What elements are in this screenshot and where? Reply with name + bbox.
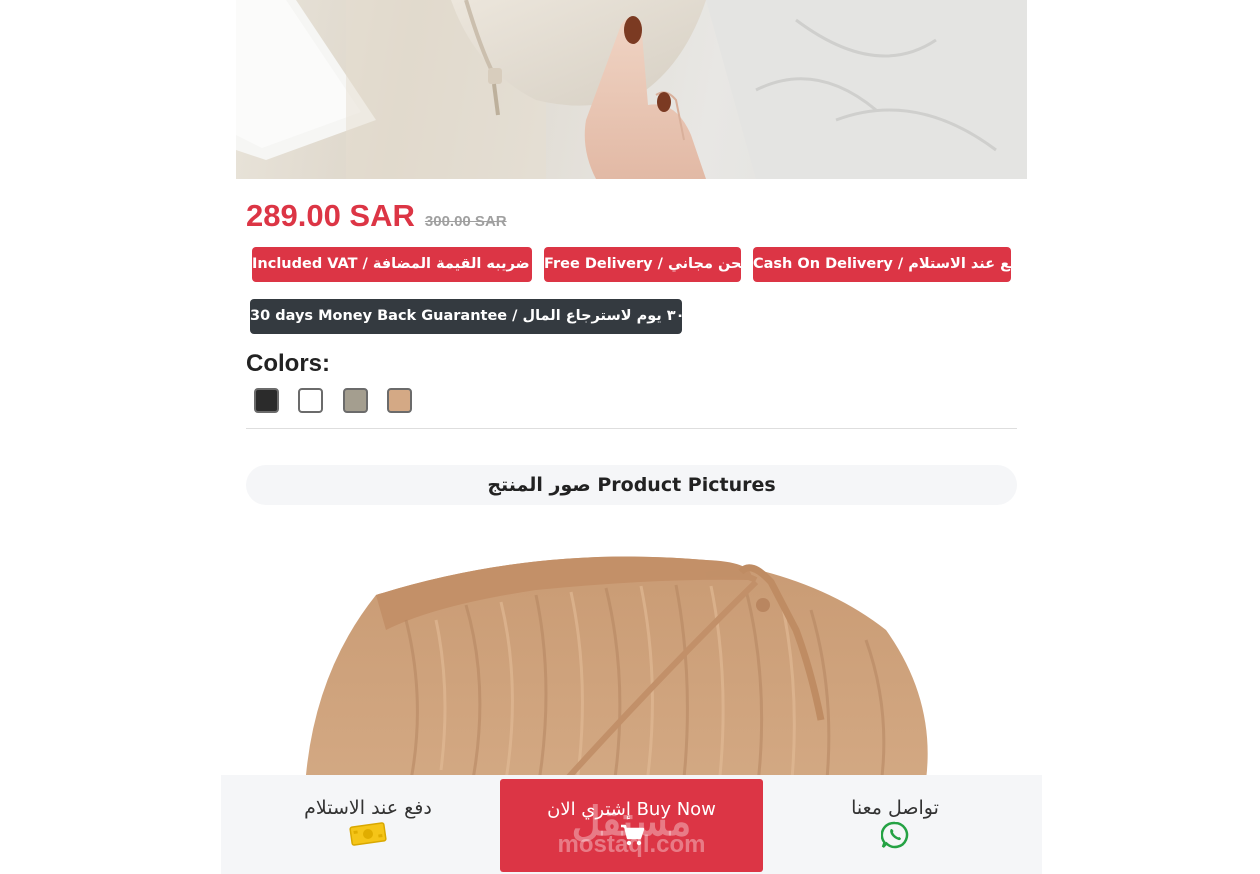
hero-photo-illustration [236,0,1027,179]
sticky-footer-bar: دفع عند الاستلام إشتري الان Buy Now مستق… [221,775,1042,874]
badge-included-vat: Included VAT / تشمل ضريبه القيمة المضافة [252,247,532,282]
color-swatch-gray[interactable] [343,388,368,413]
cart-icon [620,824,644,846]
section-divider [246,428,1017,429]
old-price: 300.00 SAR [424,213,507,230]
cash-on-delivery-action[interactable]: دفع عند الاستلام [263,775,473,874]
product-pictures-title: صور المنتج Product Pictures [487,474,776,496]
badge-cash-on-delivery: Cash On Delivery / الدفع عند الاستلام [753,247,1011,282]
color-swatch-black[interactable] [254,388,279,413]
money-bill-icon [349,822,387,846]
colors-title: Colors: [246,350,330,377]
color-swatch-white[interactable] [298,388,323,413]
current-price: 289.00 SAR [246,198,415,233]
whatsapp-icon [880,821,909,849]
contact-us-action[interactable]: تواصل معنا [805,775,985,874]
buy-now-button[interactable]: إشتري الان Buy Now مستقل mostaql.com [500,779,763,872]
badge-free-delivery: Free Delivery / شحن مجاني [544,247,741,282]
contact-label: تواصل معنا [851,797,939,819]
price-row: 289.00 SAR 300.00 SAR [246,198,507,238]
cod-label: دفع عند الاستلام [304,797,432,819]
buy-now-label: إشتري الان Buy Now [547,799,716,820]
product-pictures-header: صور المنتج Product Pictures [246,465,1017,505]
hero-product-image [236,0,1027,179]
badge-money-back-guarantee: 30 days Money Back Guarantee / ضمان ٣٠ ي… [250,299,682,334]
color-swatch-tan[interactable] [387,388,412,413]
